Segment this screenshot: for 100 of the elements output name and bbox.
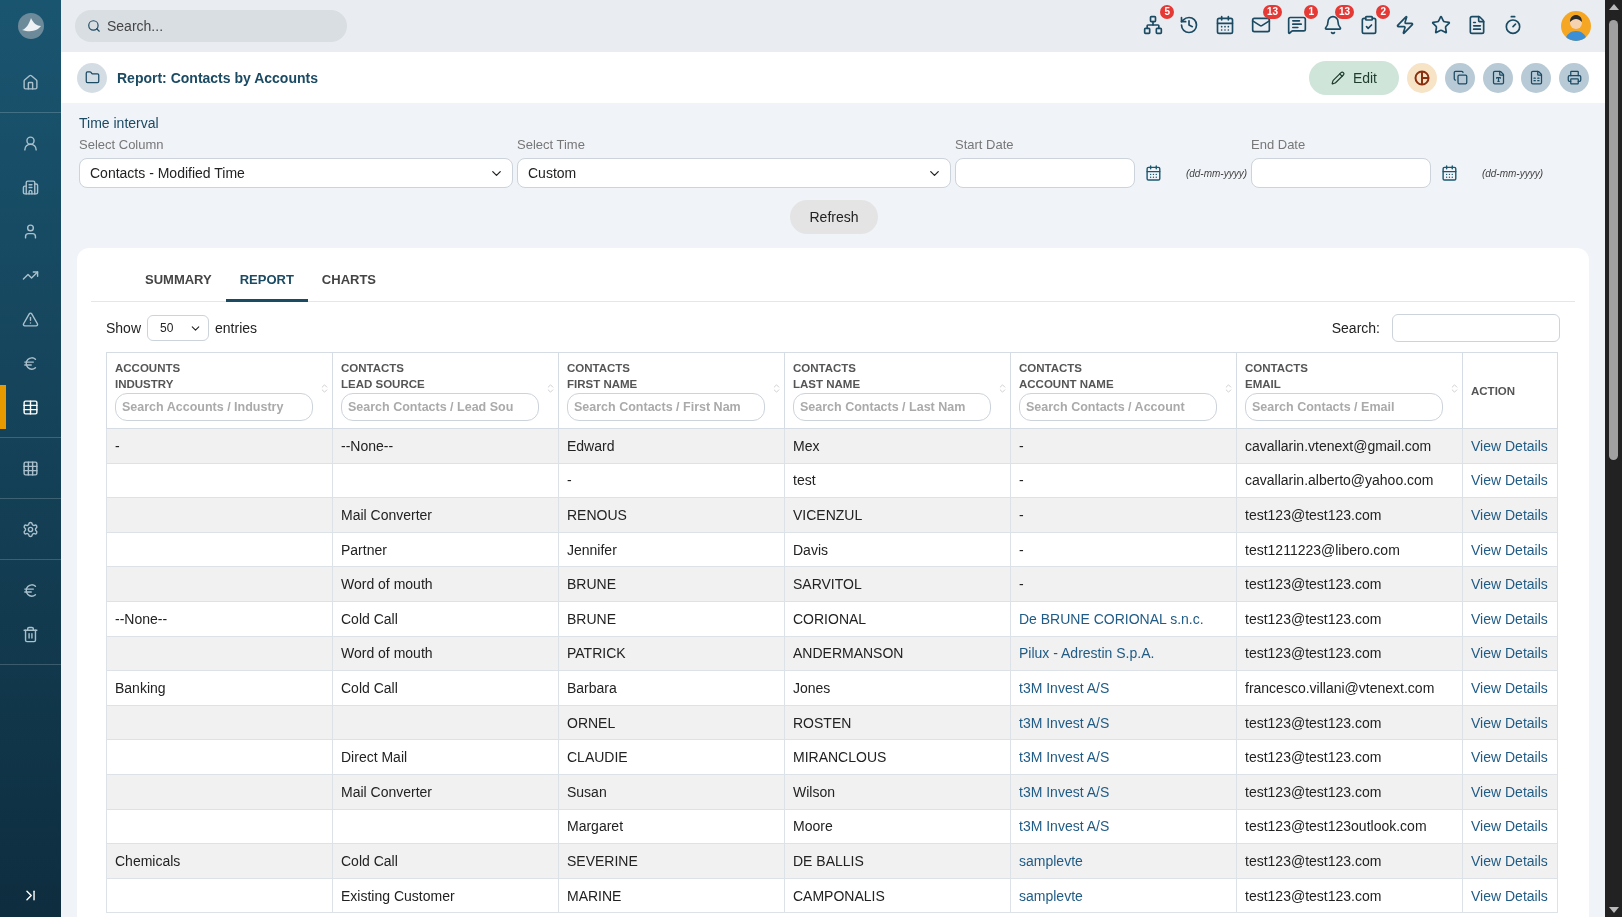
account-link[interactable]: t3M Invest A/S: [1010, 739, 1237, 775]
table-cell: CORIONAL: [784, 601, 1011, 637]
lightning-icon[interactable]: [1395, 15, 1415, 35]
table-cell: MIRANCLOUS: [784, 739, 1011, 775]
table-cell: test123@test123.com: [1236, 705, 1463, 740]
count-badge: 2: [1376, 5, 1390, 19]
table-cell: CAMPONALIS: [784, 878, 1011, 913]
table-cell: test123@test123.com: [1236, 739, 1463, 775]
table-cell: BRUNE: [558, 566, 785, 602]
select-field[interactable]: Contacts - Modified Time: [79, 158, 513, 188]
tab[interactable]: REPORT: [225, 260, 308, 302]
select-field[interactable]: Custom: [517, 158, 951, 188]
calendar-icon[interactable]: [1215, 15, 1235, 35]
scrollbar[interactable]: [1605, 0, 1622, 917]
home-icon: [22, 73, 39, 91]
clipboard-check-icon[interactable]: [1359, 15, 1379, 35]
table-cell: -: [1010, 566, 1237, 602]
column-search-field[interactable]: Search Contacts / Last Nam: [793, 393, 991, 421]
account-link[interactable]: t3M Invest A/S: [1010, 670, 1237, 706]
page-title: Report: Contacts by Accounts: [117, 69, 318, 86]
column-header: CONTACTS ACCOUNT NAME: [1019, 361, 1114, 392]
column-header: CONTACTS EMAIL: [1245, 361, 1309, 392]
column-search-field[interactable]: Search Contacts / First Nam: [567, 393, 765, 421]
table-cell: Word of mouth: [332, 566, 559, 602]
date-format-hint: (dd-mm-yyyy): [1481, 167, 1543, 179]
count-badge: 13: [1334, 5, 1354, 19]
star-icon[interactable]: [1431, 15, 1451, 35]
table-cell: -: [558, 463, 785, 498]
table-cell: Mail Converter: [332, 497, 559, 533]
tab[interactable]: CHARTS: [307, 260, 391, 302]
search-field[interactable]: Search...: [75, 10, 347, 42]
user-icon: [22, 134, 39, 152]
document-icon[interactable]: [1467, 15, 1487, 35]
column-search-field[interactable]: Search Accounts / Industry: [115, 393, 313, 421]
search-field[interactable]: [1392, 314, 1560, 342]
account-link[interactable]: Pilux - Adrestin S.p.A.: [1010, 636, 1237, 671]
table-cell: Mail Converter: [332, 774, 559, 810]
account-link[interactable]: t3M Invest A/S: [1010, 705, 1237, 740]
edit-button[interactable]: Edit: [1308, 60, 1399, 95]
show-label: Show: [106, 320, 142, 336]
print-icon[interactable]: [1559, 62, 1589, 93]
table-cell: --None--: [106, 601, 333, 637]
avatar-icon[interactable]: [1561, 11, 1591, 41]
mail-icon[interactable]: [1251, 15, 1271, 35]
account-link[interactable]: t3M Invest A/S: [1010, 774, 1237, 810]
trash-icon: [22, 625, 39, 643]
table-cell: cavallarin.vtenext@gmail.com: [1236, 428, 1463, 464]
pencil-icon: [1330, 70, 1345, 85]
table-cell: Chemicals: [106, 843, 333, 879]
settings-icon: [22, 520, 39, 538]
table-cell: BRUNE: [558, 601, 785, 637]
column-search-field[interactable]: Search Contacts / Lead Sou: [341, 393, 539, 421]
date-format-hint: (dd-mm-yyyy): [1185, 167, 1247, 179]
table-cell: test123@test123.com: [1236, 601, 1463, 637]
column-header: CONTACTS LAST NAME: [793, 361, 861, 392]
table-cell: test123@test123.com: [1236, 774, 1463, 810]
table-cell: Moore: [784, 809, 1011, 844]
account-link[interactable]: t3M Invest A/S: [1010, 809, 1237, 844]
chat-icon[interactable]: [1287, 15, 1307, 35]
table-cell: VICENZUL: [784, 497, 1011, 533]
column-header: CONTACTS LEAD SOURCE: [341, 361, 425, 392]
table-cell: Edward: [558, 428, 785, 464]
account-link[interactable]: De BRUNE CORIONAL s.n.c.: [1010, 601, 1237, 637]
table-cell: Wilson: [784, 774, 1011, 810]
column-search-field[interactable]: Search Contacts / Account: [1019, 393, 1217, 421]
history-icon[interactable]: [1179, 15, 1199, 35]
date-field[interactable]: [955, 158, 1135, 188]
table-cell: Susan: [558, 774, 785, 810]
table-cell: test123@test123outlook.com: [1236, 809, 1463, 844]
stopwatch-icon[interactable]: [1503, 15, 1523, 35]
logo-icon: [16, 12, 45, 40]
table-cell: test123@test123.com: [1236, 566, 1463, 602]
folder-icon: [77, 62, 107, 93]
tab[interactable]: SUMMARY: [131, 260, 226, 302]
table-cell: ORNEL: [558, 705, 785, 740]
table-cell: SEVERINE: [558, 843, 785, 879]
chart-icon[interactable]: [1407, 62, 1437, 93]
date-field[interactable]: [1251, 158, 1431, 188]
table-cell: MARINE: [558, 878, 785, 913]
account-link[interactable]: samplevte: [1010, 843, 1237, 879]
search-label: Search:: [1331, 320, 1380, 336]
table-cell: francesco.villani@vtenext.com: [1236, 670, 1463, 706]
search-icon: [87, 19, 101, 33]
table-cell: Jones: [784, 670, 1011, 706]
account-link[interactable]: samplevte: [1010, 878, 1237, 913]
table-cell: DE BALLIS: [784, 843, 1011, 879]
column-search-field[interactable]: Search Contacts / Email: [1245, 393, 1443, 421]
table-cell: Mex: [784, 428, 1011, 464]
table-cell: Partner: [332, 532, 559, 567]
page-size-select[interactable]: 50: [147, 315, 210, 341]
count-badge: 5: [1160, 5, 1174, 19]
calendar-icon[interactable]: [1145, 163, 1162, 183]
hierarchy-icon[interactable]: [1143, 15, 1163, 35]
refresh-button[interactable]: Refresh: [790, 200, 878, 234]
calendar-icon[interactable]: [1441, 163, 1458, 183]
table-cell: Banking: [106, 670, 333, 706]
bell-icon[interactable]: [1323, 15, 1343, 35]
copy-icon[interactable]: [1445, 62, 1475, 93]
euro-icon: [22, 354, 39, 372]
grid-icon: [22, 459, 39, 477]
